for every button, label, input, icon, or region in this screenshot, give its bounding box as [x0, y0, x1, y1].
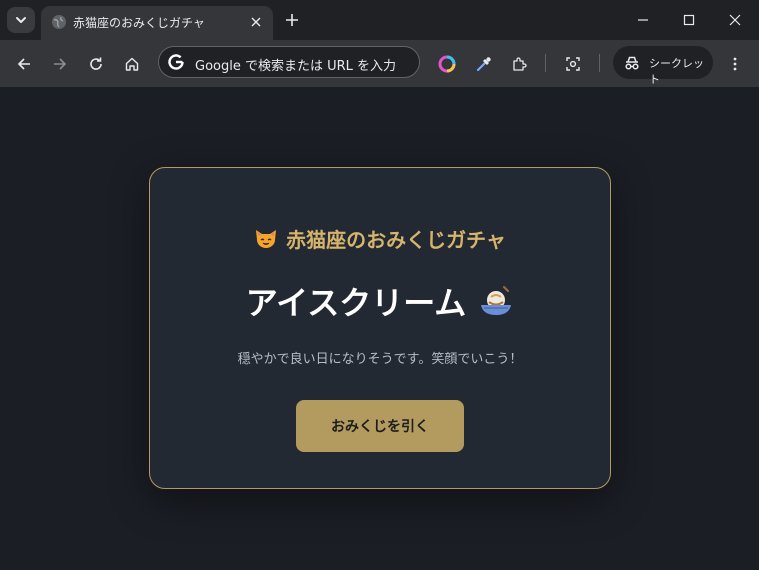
camera-scan-icon [566, 57, 580, 71]
eyedropper-icon [476, 57, 491, 72]
incognito-indicator[interactable]: シークレット [613, 46, 713, 86]
address-bar-placeholder: Google で検索または URL を入力 [195, 59, 397, 74]
minimize-icon [638, 19, 648, 21]
omikuji-result: アイスクリーム [150, 278, 610, 324]
more-vertical-icon [733, 57, 737, 71]
plus-icon [286, 14, 298, 26]
color-extension-button[interactable] [435, 52, 459, 76]
browser-tab-active[interactable]: 赤猫座のおみくじガチャ [41, 6, 273, 40]
browser-toolbar: Google で検索または URL を入力 シークレット [0, 40, 759, 87]
toolbar-divider [545, 54, 546, 72]
menu-button[interactable] [723, 52, 747, 76]
maximize-icon [683, 14, 695, 26]
eyedropper-extension-button[interactable] [472, 52, 496, 76]
arrow-right-icon [54, 58, 67, 70]
minimize-button[interactable] [633, 10, 653, 30]
ice-cream-icon [481, 286, 512, 315]
toolbar-divider [599, 54, 600, 72]
puzzle-icon [513, 57, 527, 71]
incognito-icon [625, 56, 639, 70]
tab-title: 赤猫座のおみくじガチャ [73, 16, 205, 30]
tab-search-button[interactable] [7, 7, 35, 33]
back-button[interactable] [12, 52, 36, 76]
card-title: 赤猫座のおみくじガチャ [150, 224, 610, 253]
close-icon [251, 17, 261, 27]
extensions-button[interactable] [507, 52, 531, 76]
close-icon [729, 14, 741, 26]
cat-face-icon [256, 229, 277, 248]
screenshot-button[interactable] [561, 52, 585, 76]
forward-button[interactable] [48, 52, 72, 76]
reload-button[interactable] [84, 52, 108, 76]
browser-titlebar: 赤猫座のおみくじガチャ [0, 0, 759, 40]
tab-close-button[interactable] [248, 14, 264, 30]
close-window-button[interactable] [725, 10, 745, 30]
maximize-button[interactable] [679, 10, 699, 30]
globe-icon [52, 15, 66, 29]
color-wheel-icon [438, 55, 456, 73]
reload-icon [90, 57, 102, 70]
home-button[interactable] [120, 52, 144, 76]
fortune-message: 穏やかで良い日になりそうです。笑顔でいこう！ [237, 352, 523, 367]
arrow-left-icon [17, 58, 30, 70]
google-icon [168, 54, 184, 70]
omikuji-card: 赤猫座のおみくじガチャ アイスクリーム 穏やかで良い日になりそうです。笑顔でいこ… [149, 167, 611, 489]
new-tab-button[interactable] [282, 10, 302, 30]
result-text: アイスクリーム [245, 284, 467, 322]
draw-omikuji-button[interactable]: おみくじを引く [296, 400, 464, 452]
address-bar[interactable]: Google で検索または URL を入力 [158, 46, 420, 78]
home-icon [125, 57, 139, 71]
incognito-label: シークレット [649, 57, 704, 86]
chevron-down-icon [16, 17, 26, 23]
card-title-text: 赤猫座のおみくじガチャ [286, 228, 506, 252]
